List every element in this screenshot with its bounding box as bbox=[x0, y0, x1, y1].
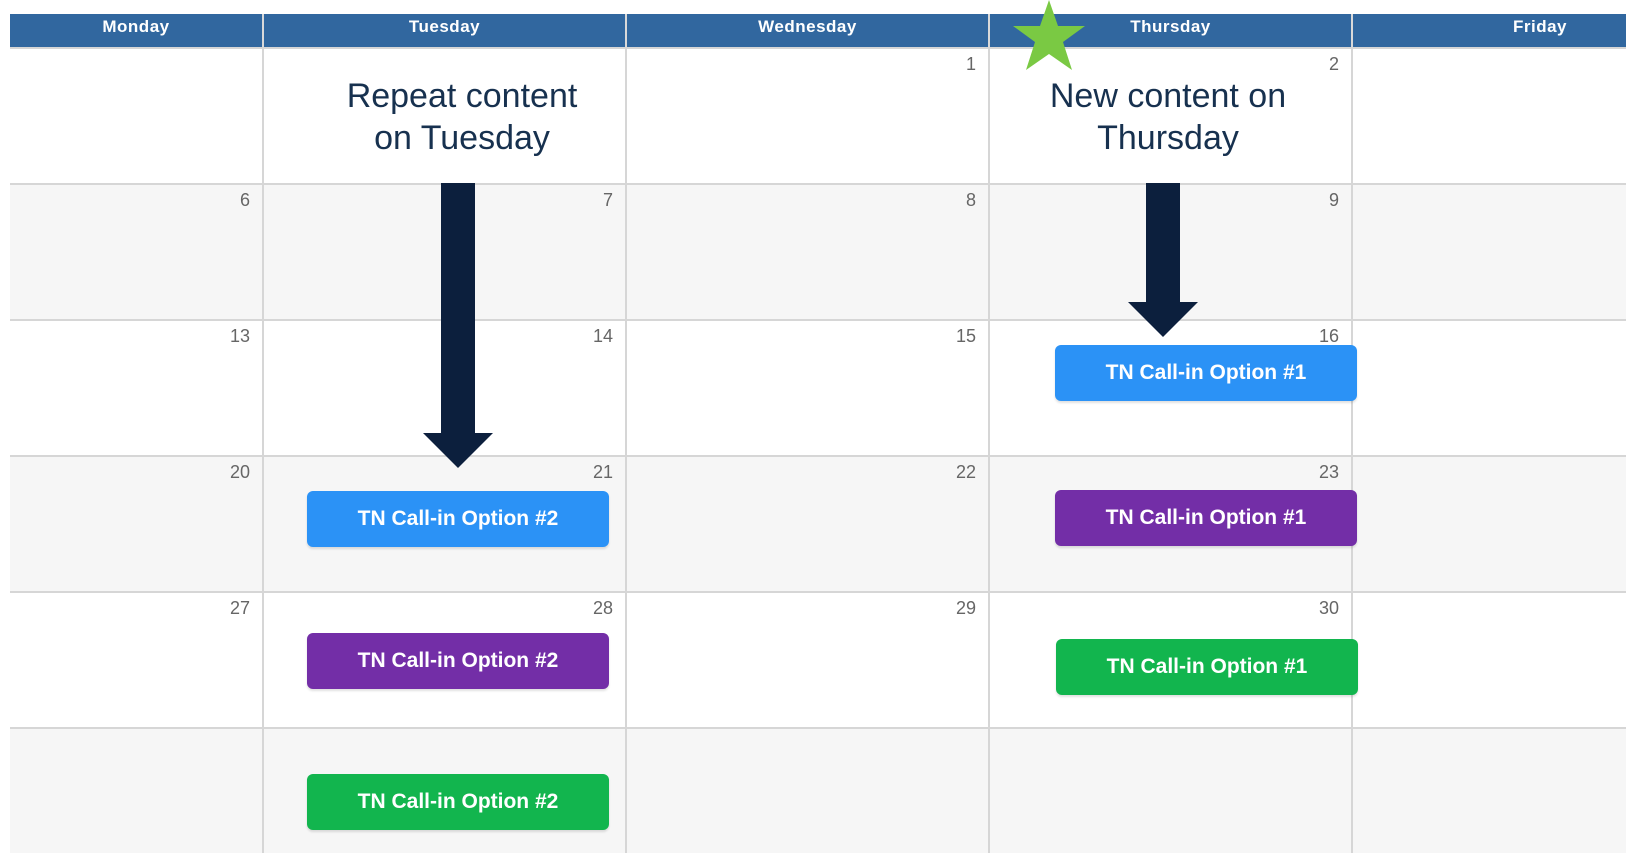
day-number: 28 bbox=[592, 598, 613, 618]
tuesday-annotation-line-1: Repeat content bbox=[346, 77, 578, 115]
day-number: 20 bbox=[229, 462, 250, 482]
day-cell[interactable]: 20 bbox=[10, 457, 262, 591]
day-number: 14 bbox=[592, 326, 613, 346]
day-number: 29 bbox=[955, 598, 976, 618]
day-header-wednesday: Wednesday bbox=[625, 14, 988, 47]
day-header-tuesday: Tuesday bbox=[262, 14, 625, 47]
day-number: 13 bbox=[229, 326, 250, 346]
day-number: 23 bbox=[1318, 462, 1339, 482]
day-cell[interactable] bbox=[1351, 49, 1626, 183]
event-thursday-purple[interactable]: TN Call-in Option #1 bbox=[1055, 490, 1357, 546]
day-number: 6 bbox=[239, 190, 250, 210]
day-header-friday: Friday bbox=[1351, 14, 1626, 47]
day-cell[interactable]: 1 bbox=[625, 49, 988, 183]
event-thursday-blue[interactable]: TN Call-in Option #1 bbox=[1055, 345, 1357, 401]
week-row-2: 6 7 8 9 bbox=[10, 183, 1626, 319]
tuesday-annotation-line-2: on Tuesday bbox=[374, 119, 550, 157]
day-number: 22 bbox=[955, 462, 976, 482]
day-number: 1 bbox=[965, 54, 976, 74]
day-cell[interactable]: 14 bbox=[262, 321, 625, 455]
week-row-6 bbox=[10, 727, 1626, 853]
day-cell[interactable] bbox=[10, 49, 262, 183]
thursday-annotation: New content on Thursday bbox=[968, 75, 1368, 159]
thursday-annotation-line-2: Thursday bbox=[1097, 119, 1239, 157]
day-cell[interactable]: 6 bbox=[10, 185, 262, 319]
day-cell[interactable] bbox=[1351, 185, 1626, 319]
week-row-4: 20 21 22 23 bbox=[10, 455, 1626, 591]
tuesday-annotation: Repeat content on Tuesday bbox=[262, 75, 662, 159]
day-number: 27 bbox=[229, 598, 250, 618]
day-number: 30 bbox=[1318, 598, 1339, 618]
day-cell[interactable] bbox=[1351, 321, 1626, 455]
calendar: Monday Tuesday Wednesday Thursday Friday… bbox=[10, 0, 1626, 853]
day-cell[interactable]: 7 bbox=[262, 185, 625, 319]
day-number: 2 bbox=[1328, 54, 1339, 74]
day-header-monday: Monday bbox=[102, 17, 170, 36]
day-number: 21 bbox=[592, 462, 613, 482]
event-tuesday-green[interactable]: TN Call-in Option #2 bbox=[307, 774, 609, 830]
day-header-thursday: Thursday bbox=[988, 14, 1351, 47]
day-number: 9 bbox=[1328, 190, 1339, 210]
day-cell[interactable]: 27 bbox=[10, 593, 262, 727]
day-cell[interactable] bbox=[10, 729, 262, 853]
event-tuesday-blue[interactable]: TN Call-in Option #2 bbox=[307, 491, 609, 547]
day-cell[interactable] bbox=[1351, 457, 1626, 591]
week-row-1: 1 2 bbox=[10, 47, 1626, 183]
day-number: 15 bbox=[955, 326, 976, 346]
day-cell[interactable]: 15 bbox=[625, 321, 988, 455]
day-cell[interactable] bbox=[625, 729, 988, 853]
day-number: 7 bbox=[602, 190, 613, 210]
day-cell[interactable]: 13 bbox=[10, 321, 262, 455]
day-cell[interactable]: 9 bbox=[988, 185, 1351, 319]
day-cell[interactable] bbox=[988, 729, 1351, 853]
thursday-annotation-line-1: New content on bbox=[1049, 77, 1287, 115]
day-cell[interactable] bbox=[1351, 729, 1626, 853]
week-row-5: 27 28 29 30 bbox=[10, 591, 1626, 727]
event-tuesday-purple[interactable]: TN Call-in Option #2 bbox=[307, 633, 609, 689]
week-row-3: 13 14 15 16 bbox=[10, 319, 1626, 455]
day-cell[interactable]: 22 bbox=[625, 457, 988, 591]
day-cell[interactable]: 29 bbox=[625, 593, 988, 727]
day-header-row: Monday Tuesday Wednesday Thursday Friday bbox=[10, 14, 1626, 47]
day-cell[interactable]: 8 bbox=[625, 185, 988, 319]
day-cell[interactable] bbox=[1351, 593, 1626, 727]
event-thursday-green[interactable]: TN Call-in Option #1 bbox=[1056, 639, 1358, 695]
day-number: 16 bbox=[1318, 326, 1339, 346]
day-number: 8 bbox=[965, 190, 976, 210]
